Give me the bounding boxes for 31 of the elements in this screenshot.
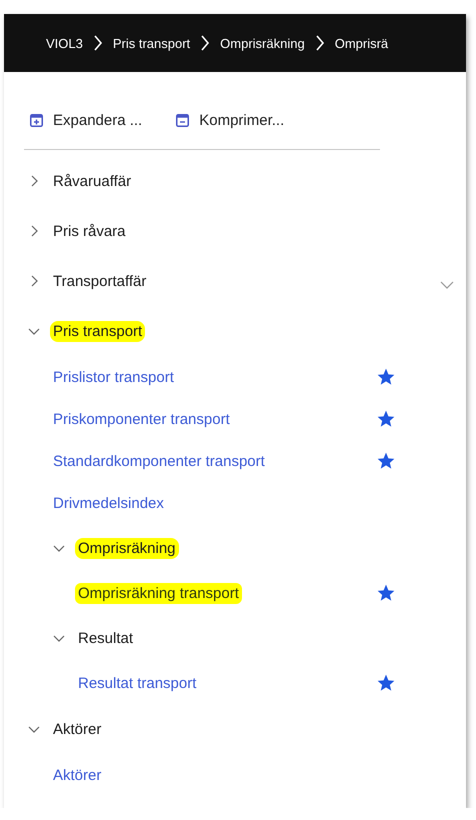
star-icon[interactable] — [376, 673, 396, 693]
breadcrumb-link[interactable]: Pris transport — [112, 36, 190, 50]
tree-group[interactable]: Pris råvara — [50, 220, 129, 242]
tree-group[interactable]: Omprisräkning — [75, 538, 179, 558]
chevron-right-icon — [314, 35, 325, 51]
tree-group[interactable]: Råvaruaffär — [50, 170, 134, 192]
tree-link[interactable]: Priskomponenter transport — [50, 408, 233, 430]
star-icon[interactable] — [376, 409, 396, 429]
tree-link[interactable]: Omprisräkning transport — [75, 582, 242, 604]
chevron-right-icon — [200, 35, 210, 51]
tree-link[interactable]: Standardkomponenter transport — [50, 450, 268, 472]
star-icon[interactable] — [376, 367, 396, 387]
breadcrumb-link[interactable]: Omprisrä — [334, 36, 388, 50]
tree-group[interactable]: Resultat — [75, 628, 136, 648]
collapse-icon — [176, 114, 190, 126]
star-icon[interactable] — [376, 451, 396, 471]
chevron-down-icon[interactable] — [440, 280, 454, 290]
tree-link[interactable]: Aktörer — [50, 764, 104, 786]
star-icon[interactable] — [376, 583, 396, 603]
tree-group[interactable]: Transportaffär — [50, 270, 150, 292]
expand-all-button[interactable]: Expandera ... — [30, 112, 142, 128]
tree-link[interactable]: Prislistor transport — [50, 366, 177, 388]
tree-group[interactable]: Aktörer — [50, 718, 104, 740]
breadcrumb-link[interactable]: Omprisräkning — [220, 36, 305, 50]
tree-link[interactable]: Resultat transport — [75, 672, 200, 694]
collapse-all-button[interactable]: Komprimer... — [176, 112, 284, 128]
chevron-right-icon — [92, 35, 103, 51]
tree-link[interactable]: Drivmedelsindex — [50, 492, 167, 514]
tree-group[interactable]: Pris transport — [50, 320, 146, 342]
breadcrumb-link[interactable]: VIOL3 — [46, 36, 83, 50]
expand-icon — [30, 114, 43, 126]
